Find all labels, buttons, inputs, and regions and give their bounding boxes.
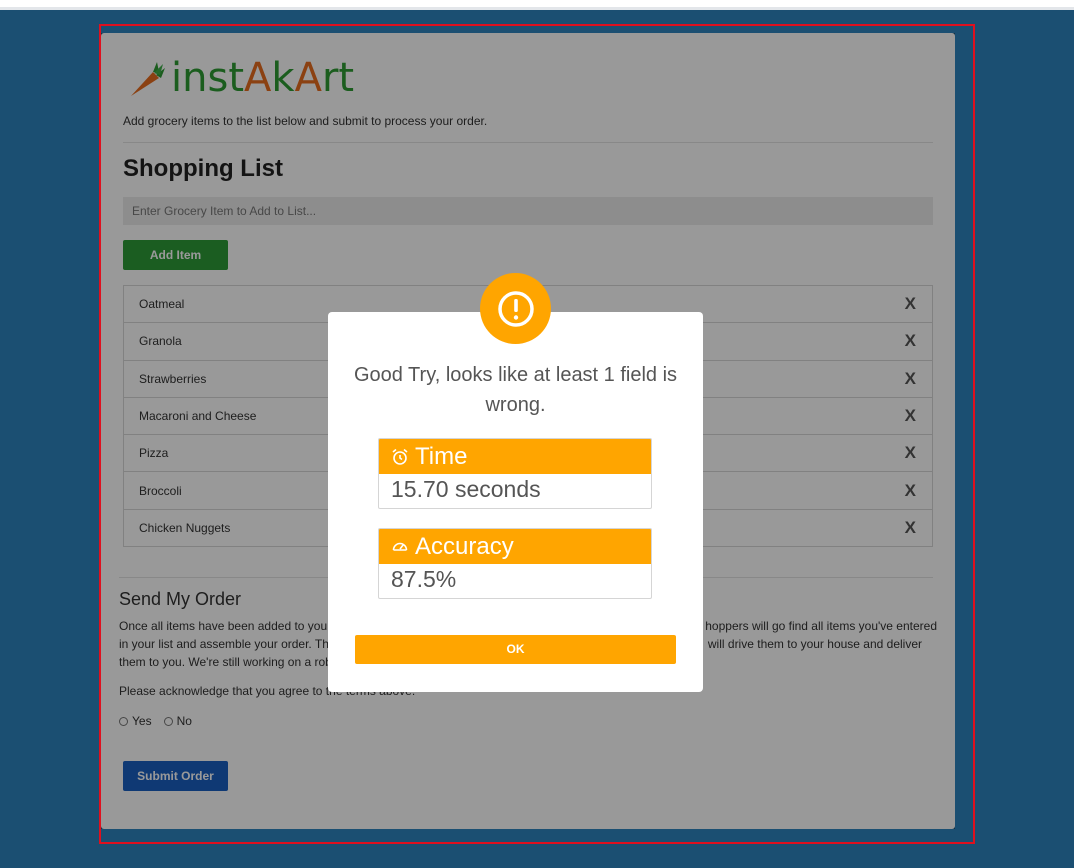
result-modal: Good Try, looks like at least 1 field is… (328, 312, 703, 692)
alarm-clock-icon (392, 448, 408, 465)
gauge-icon (392, 542, 408, 551)
exclamation-circle-icon (480, 273, 551, 344)
time-stat-box: Time 15.70 seconds (378, 438, 652, 509)
time-value: 15.70 seconds (391, 476, 541, 502)
accuracy-stat-header: Accuracy (379, 529, 651, 564)
time-label: Time (415, 442, 468, 470)
modal-message: Good Try, looks like at least 1 field is… (353, 364, 678, 416)
exclamation-icon (497, 290, 534, 327)
accuracy-label: Accuracy (415, 532, 514, 560)
accuracy-value: 87.5% (391, 566, 457, 592)
time-stat-header: Time (379, 439, 651, 474)
ok-button[interactable]: OK (355, 635, 676, 664)
browser-top-strip (0, 0, 1074, 10)
accuracy-stat-box: Accuracy 87.5% (378, 528, 652, 599)
